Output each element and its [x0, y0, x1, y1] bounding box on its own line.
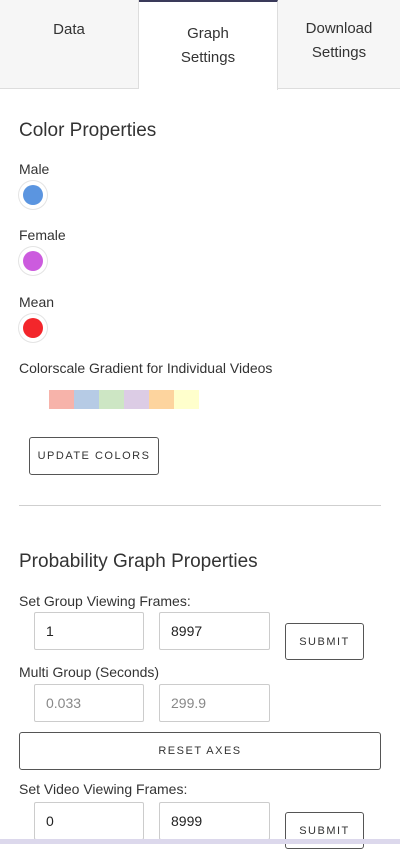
- multi-group-end-input[interactable]: [159, 684, 270, 722]
- tab-data[interactable]: Data: [0, 0, 139, 89]
- multi-group-start-input[interactable]: [34, 684, 144, 722]
- reset-axes-button[interactable]: RESET AXES: [19, 732, 381, 770]
- tab-graph-settings-label-line1: Graph: [187, 25, 229, 42]
- colorscale-gradient[interactable]: [49, 390, 199, 409]
- video-frame-start-input[interactable]: [34, 802, 144, 840]
- female-color-picker[interactable]: [19, 247, 47, 275]
- tab-download-settings-label-line2: Settings: [311, 44, 367, 61]
- male-color-swatch: [23, 185, 43, 205]
- group-frame-start-input[interactable]: [34, 612, 144, 650]
- section-divider: [19, 505, 381, 506]
- video-frame-end-input[interactable]: [159, 802, 270, 840]
- male-label: Male: [19, 161, 50, 177]
- group-frames-submit-button[interactable]: SUBMIT: [285, 623, 364, 660]
- gradient-color-5[interactable]: [149, 390, 174, 409]
- gradient-color-2[interactable]: [74, 390, 99, 409]
- video-frames-label: Set Video Viewing Frames:: [19, 781, 188, 797]
- mean-color-picker[interactable]: [19, 314, 47, 342]
- group-frame-end-input[interactable]: [159, 612, 270, 650]
- group-frames-label: Set Group Viewing Frames:: [19, 593, 191, 609]
- mean-color-swatch: [23, 318, 43, 338]
- male-color-picker[interactable]: [19, 181, 47, 209]
- multi-group-label: Multi Group (Seconds): [19, 664, 160, 680]
- tab-download-settings[interactable]: Download Settings: [278, 0, 400, 89]
- probability-graph-heading: Probability Graph Properties: [19, 551, 258, 572]
- tab-graph-settings[interactable]: Graph Settings: [139, 0, 278, 90]
- gradient-color-6[interactable]: [174, 390, 199, 409]
- gradient-color-3[interactable]: [99, 390, 124, 409]
- bottom-scroll-edge: [0, 839, 400, 844]
- gradient-color-1[interactable]: [49, 390, 74, 409]
- tab-data-label: Data: [53, 21, 85, 38]
- update-colors-button[interactable]: UPDATE COLORS: [29, 437, 159, 475]
- color-properties-heading: Color Properties: [19, 120, 157, 141]
- gradient-label: Colorscale Gradient for Individual Video…: [19, 360, 273, 376]
- tab-download-settings-label-line1: Download: [305, 20, 373, 37]
- gradient-color-4[interactable]: [124, 390, 149, 409]
- mean-label: Mean: [19, 294, 55, 310]
- tab-bar: Data Graph Settings Download Settings: [0, 0, 400, 90]
- tab-graph-settings-label-line2: Settings: [180, 49, 236, 66]
- female-label: Female: [19, 227, 66, 243]
- female-color-swatch: [23, 251, 43, 271]
